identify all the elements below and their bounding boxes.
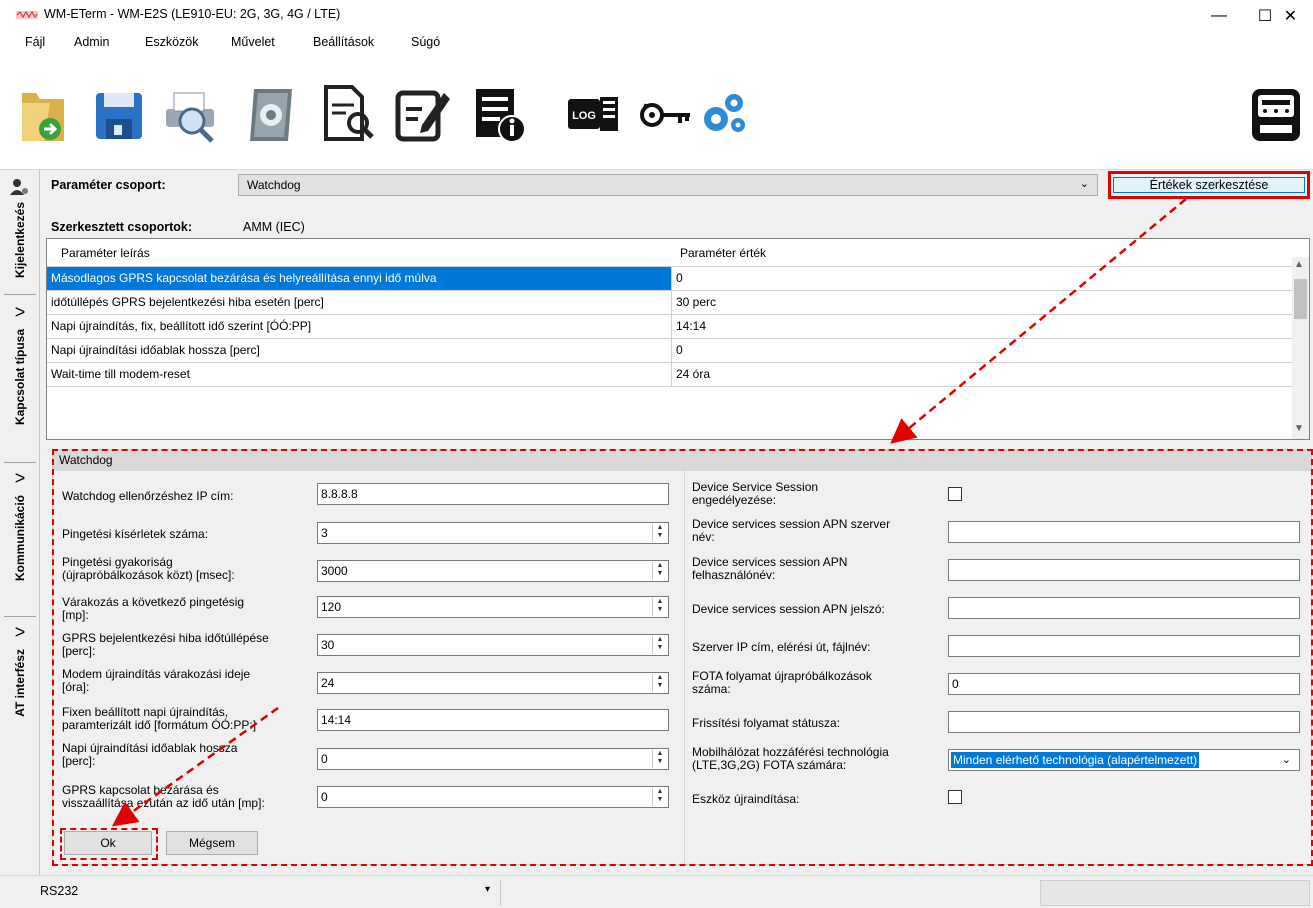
edit-values-button[interactable]: Értékek szerkesztése — [1108, 171, 1310, 199]
tab-communication[interactable]: > Kommunikáció — [0, 468, 40, 581]
window-title: WM-ETerm - WM-E2S (LE910-EU: 2G, 3G, 4G … — [44, 7, 341, 21]
scrollbar-thumb[interactable] — [1294, 279, 1307, 319]
tab-communication-label: Kommunikáció — [13, 495, 27, 582]
menu-file[interactable]: Fájl — [25, 35, 45, 49]
tab-logout-label: Kijelentkezés — [13, 202, 27, 279]
chevron-right-icon: > — [14, 622, 26, 642]
meter-icon[interactable] — [1246, 79, 1306, 147]
menu-settings[interactable]: Beállítások — [313, 35, 374, 49]
annotation-dashed-frame — [52, 449, 1313, 866]
edited-groups-value: AMM (IEC) — [243, 220, 305, 234]
chevron-right-icon: > — [14, 468, 26, 488]
document-info-icon[interactable] — [470, 79, 530, 147]
table-row-divider — [47, 386, 1292, 387]
menu-help[interactable]: Súgó — [411, 35, 440, 49]
column-header-value[interactable]: Paraméter érték — [680, 242, 766, 264]
gear-book-icon[interactable] — [242, 79, 302, 147]
menu-tools[interactable]: Eszközök — [145, 35, 199, 49]
scroll-up-icon[interactable]: ▲ — [1294, 259, 1304, 270]
document-search-icon[interactable] — [318, 79, 378, 147]
table-row[interactable]: Napi újraindítási időablak hossza [perc]… — [47, 338, 1292, 363]
port-label[interactable]: RS232 — [40, 884, 78, 898]
port-dropdown-icon[interactable]: ▾ — [485, 884, 490, 895]
log-icon[interactable]: LOG — [560, 79, 620, 147]
param-group-value: Watchdog — [247, 178, 301, 192]
tab-at-interface-label: AT interfész — [13, 649, 27, 717]
status-divider — [500, 880, 501, 906]
table-cell-value: 0 — [676, 271, 683, 285]
edit-document-icon[interactable] — [392, 79, 452, 147]
close-button[interactable]: ✕ — [1268, 0, 1313, 31]
minimize-button[interactable]: — — [1196, 0, 1242, 31]
toolbar: LOG — [0, 53, 1313, 170]
tab-separator — [4, 616, 36, 617]
edit-values-button-label: Értékek szerkesztése — [1113, 177, 1305, 193]
tab-connection-type[interactable]: > Kapcsolat típusa — [0, 302, 40, 425]
app-icon — [16, 11, 38, 19]
table-cell-value: 0 — [676, 343, 683, 357]
gears-icon[interactable] — [694, 79, 754, 147]
status-bar: RS232 ▾ — [0, 875, 1313, 908]
tab-separator — [4, 462, 36, 463]
parameter-table[interactable]: Paraméter leírás Paraméter érték Másodla… — [46, 238, 1310, 440]
table-row[interactable]: időtúllépés GPRS bejelentkezési hiba ese… — [47, 290, 1292, 315]
tab-connection-type-label: Kapcsolat típusa — [13, 329, 27, 426]
table-cell-description: Napi újraindítás, fix, beállított idő sz… — [47, 315, 672, 339]
table-row[interactable]: Napi újraindítás, fix, beállított idő sz… — [47, 314, 1292, 339]
title-bar: WM-ETerm - WM-E2S (LE910-EU: 2G, 3G, 4G … — [0, 0, 1313, 31]
table-row[interactable]: Wait-time till modem-reset 24 óra — [47, 362, 1292, 387]
param-group-select[interactable]: Watchdog ⌄ — [238, 174, 1098, 196]
table-cell-description: időtúllépés GPRS bejelentkezési hiba ese… — [47, 291, 672, 315]
table-cell-description: Másodlagos GPRS kapcsolat bezárása és he… — [47, 267, 672, 291]
log-icon-text: LOG — [572, 110, 596, 122]
key-refresh-icon[interactable] — [634, 79, 694, 147]
param-group-label: Paraméter csoport: — [51, 178, 166, 192]
chevron-down-icon: ⌄ — [1079, 178, 1089, 190]
edited-groups-label: Szerkesztett csoportok: — [51, 220, 193, 234]
chevron-right-icon: > — [14, 302, 26, 322]
tab-logout[interactable]: Kijelentkezés — [0, 178, 40, 278]
tab-at-interface[interactable]: > AT interfész — [0, 622, 40, 717]
table-row[interactable]: Másodlagos GPRS kapcsolat bezárása és he… — [47, 266, 1292, 291]
table-cell-value: 30 perc — [676, 295, 717, 309]
menu-admin[interactable]: Admin — [74, 35, 109, 49]
table-cell-description: Napi újraindítási időablak hossza [perc] — [47, 339, 672, 363]
print-preview-icon[interactable] — [160, 79, 220, 147]
table-cell-value: 14:14 — [676, 319, 707, 333]
table-scrollbar[interactable]: ▲ ▼ — [1292, 257, 1309, 439]
menu-bar: Fájl Admin Eszközök Művelet Beállítások … — [0, 31, 1313, 53]
open-folder-icon[interactable] — [14, 79, 74, 147]
save-disk-icon[interactable] — [88, 79, 148, 147]
scroll-down-icon[interactable]: ▼ — [1294, 423, 1304, 434]
left-tab-strip: Kijelentkezés > Kapcsolat típusa > Kommu… — [0, 170, 40, 875]
table-cell-value: 24 óra — [676, 367, 711, 381]
annotation-ok-frame — [60, 828, 158, 860]
tab-separator — [4, 294, 36, 295]
user-icon — [10, 179, 28, 195]
column-header-description[interactable]: Paraméter leírás — [61, 242, 150, 264]
table-cell-description: Wait-time till modem-reset — [47, 363, 672, 387]
status-progress-panel — [1040, 880, 1310, 906]
menu-operation[interactable]: Művelet — [231, 35, 275, 49]
